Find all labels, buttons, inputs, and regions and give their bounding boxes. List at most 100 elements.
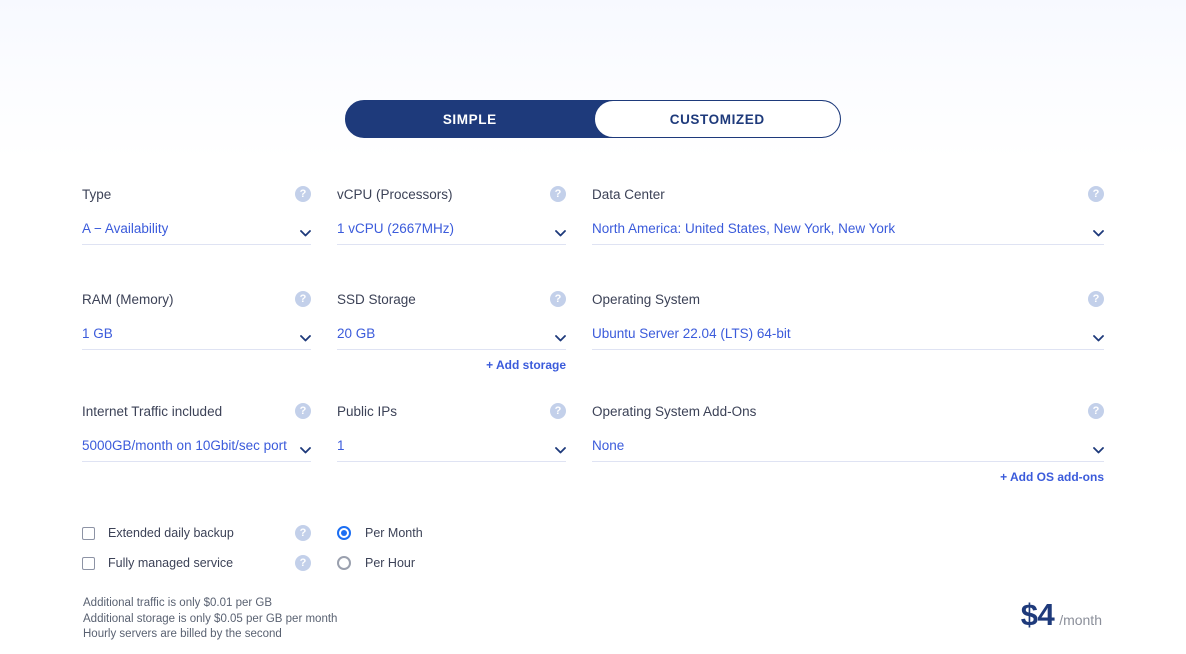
field-label-ssd: SSD Storage [337,292,416,307]
field-data-center: Data Center ? North America: United Stat… [592,186,1104,247]
chevron-down-icon [555,447,566,454]
add-storage-link[interactable]: + Add storage [337,358,566,372]
select-ram[interactable]: 1 GB [82,321,311,350]
field-label-type: Type [82,187,112,202]
help-icon-ssd[interactable]: ? [550,291,566,307]
select-traffic-value: 5000GB/month on 10Gbit/sec port [82,437,287,453]
footnote-hourly: Hourly servers are billed by the second [83,628,282,640]
select-os-addons-value: None [592,437,625,453]
select-traffic[interactable]: 5000GB/month on 10Gbit/sec port [82,433,311,462]
form-column-1: Type ? A − Availability [82,186,337,247]
select-vcpu-value: 1 vCPU (2667MHz) [337,220,455,236]
help-icon-backup[interactable]: ? [295,525,311,541]
radio-row-per-month[interactable]: Per Month [337,518,577,548]
select-ssd-value: 20 GB [337,325,376,341]
field-public-ips: Public IPs ? 1 [337,403,566,464]
page-title-line1: Select & Create Your Server [404,10,782,42]
checkbox-row-managed[interactable]: Fully managed service ? [82,548,311,578]
field-label-vcpu: vCPU (Processors) [337,187,453,202]
radio-row-per-hour[interactable]: Per Hour [337,548,577,578]
chevron-down-icon [1093,335,1104,342]
page-title: Select & Create Your Server It’s That Si… [0,10,1186,74]
chevron-down-icon [300,230,311,237]
field-type: Type ? A − Availability [82,186,311,247]
select-public-ips[interactable]: 1 [337,433,566,462]
select-ssd[interactable]: 20 GB [337,321,566,350]
chevron-down-icon [300,447,311,454]
page-header: Select & Create Your Server It’s That Si… [0,0,1186,74]
select-vcpu[interactable]: 1 vCPU (2667MHz) [337,216,566,245]
checkbox-label-managed: Fully managed service [108,556,234,570]
select-ram-value: 1 GB [82,325,113,341]
help-icon-public-ips[interactable]: ? [550,403,566,419]
help-icon-os[interactable]: ? [1088,291,1104,307]
form-column-3: Data Center ? North America: United Stat… [592,186,1104,247]
chevron-down-icon [555,335,566,342]
field-os: Operating System ? Ubuntu Server 22.04 (… [592,291,1104,352]
form-row-1: Type ? A − Availability vCPU (Processors… [82,186,1104,247]
field-label-traffic: Internet Traffic included [82,404,223,419]
radio-per-month[interactable] [337,526,351,540]
options-section: Extended daily backup ? Fully managed se… [82,518,577,578]
select-os[interactable]: Ubuntu Server 22.04 (LTS) 64-bit [592,321,1104,350]
checkbox-extended-daily-backup[interactable] [82,526,95,540]
checkbox-row-backup[interactable]: Extended daily backup ? [82,518,311,548]
form-column-3c: Operating System Add-Ons ? None + Add OS… [592,403,1104,486]
radio-label-per-month: Per Month [365,526,423,540]
field-os-addons: Operating System Add-Ons ? None + Add OS… [592,403,1104,486]
help-icon-managed[interactable]: ? [295,555,311,571]
select-os-value: Ubuntu Server 22.04 (LTS) 64-bit [592,325,791,341]
mode-toggle-wrap: SIMPLE CUSTOMIZED [0,100,1186,138]
footnotes: Additional traffic is only $0.01 per GB … [83,596,337,643]
form-column-1b: RAM (Memory) ? 1 GB [82,291,337,374]
field-label-os-addons: Operating System Add-Ons [592,404,757,419]
server-configurator-page: Select & Create Your Server It’s That Si… [0,0,1186,654]
chevron-down-icon [300,335,311,342]
price-period: /month [1059,612,1102,628]
form-column-1c: Internet Traffic included ? 5000GB/month… [82,403,337,486]
field-ssd: SSD Storage ? 20 GB + Add storage [337,291,566,374]
help-icon-data-center[interactable]: ? [1088,186,1104,202]
chevron-down-icon [1093,230,1104,237]
select-type[interactable]: A − Availability [82,216,311,245]
mode-toggle[interactable]: SIMPLE CUSTOMIZED [345,100,841,138]
field-ram: RAM (Memory) ? 1 GB [82,291,311,352]
form-column-2c: Public IPs ? 1 [337,403,592,486]
field-traffic: Internet Traffic included ? 5000GB/month… [82,403,311,464]
form-column-2: vCPU (Processors) ? 1 vCPU (2667MHz) [337,186,592,247]
field-label-ram: RAM (Memory) [82,292,174,307]
select-os-addons[interactable]: None [592,433,1104,462]
page-title-line2: It’s That Simple [487,42,699,74]
checkbox-group: Extended daily backup ? Fully managed se… [82,518,337,578]
field-vcpu: vCPU (Processors) ? 1 vCPU (2667MHz) [337,186,566,247]
select-type-value: A − Availability [82,220,169,236]
tab-simple[interactable]: SIMPLE [346,101,594,137]
form-row-3: Internet Traffic included ? 5000GB/month… [82,403,1104,486]
footnote-traffic: Additional traffic is only $0.01 per GB [83,597,273,609]
select-data-center[interactable]: North America: United States, New York, … [592,216,1104,245]
help-icon-traffic[interactable]: ? [295,403,311,419]
help-icon-vcpu[interactable]: ? [550,186,566,202]
radio-per-hour[interactable] [337,556,351,570]
price-amount: $4 [1020,597,1055,632]
tab-customized[interactable]: CUSTOMIZED [593,101,840,137]
config-form: Type ? A − Availability vCPU (Processors… [82,186,1104,486]
select-data-center-value: North America: United States, New York, … [592,220,896,236]
help-icon-ram[interactable]: ? [295,291,311,307]
checkbox-label-backup: Extended daily backup [108,526,234,540]
chevron-down-icon [555,230,566,237]
help-icon-type[interactable]: ? [295,186,311,202]
select-public-ips-value: 1 [337,437,345,453]
form-column-3b: Operating System ? Ubuntu Server 22.04 (… [592,291,1104,374]
radio-label-per-hour: Per Hour [365,556,416,570]
footnote-storage: Additional storage is only $0.05 per GB … [83,612,338,625]
form-column-2b: SSD Storage ? 20 GB + Add storage [337,291,592,374]
checkbox-fully-managed-service[interactable] [82,556,95,570]
help-icon-os-addons[interactable]: ? [1088,403,1104,419]
field-label-data-center: Data Center [592,187,665,202]
form-row-2: RAM (Memory) ? 1 GB SSD Storage ? 20 GB [82,291,1104,374]
field-label-os: Operating System [592,292,701,307]
add-os-addons-link[interactable]: + Add OS add-ons [592,470,1104,484]
chevron-down-icon [1093,447,1104,454]
billing-period-group: Per Month Per Hour [337,518,577,578]
